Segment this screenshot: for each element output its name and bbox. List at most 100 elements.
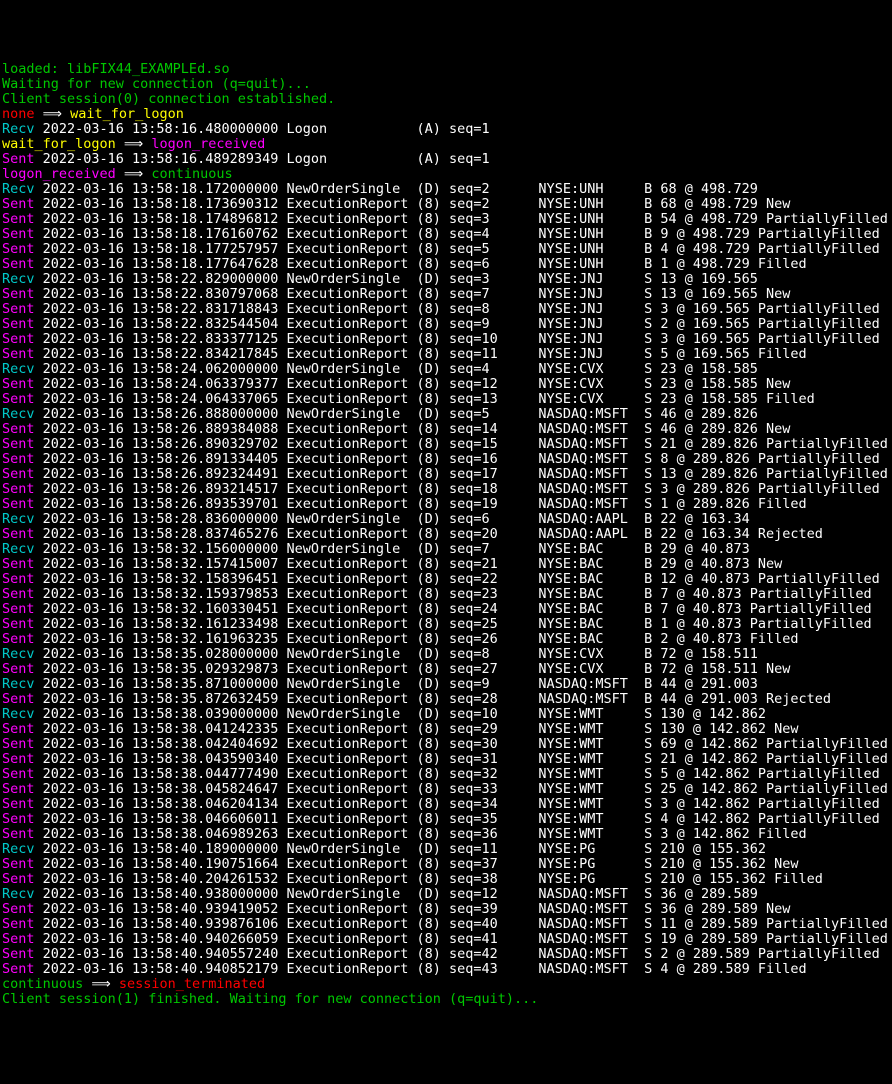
direction-sent: Sent: [2, 346, 35, 362]
log-row: Sent 2022-03-16 13:58:40.190751664 Execu…: [2, 856, 799, 872]
direction-sent: Sent: [2, 796, 35, 812]
direction-sent: Sent: [2, 481, 35, 497]
log-detail: 2022-03-16 13:58:38.042404692 ExecutionR…: [35, 736, 888, 752]
log-row: Sent 2022-03-16 13:58:26.893539701 Execu…: [2, 496, 807, 512]
log-row: Recv 2022-03-16 13:58:35.028000000 NewOr…: [2, 646, 758, 662]
log-detail: 2022-03-16 13:58:38.043590340 ExecutionR…: [35, 751, 888, 767]
log-row: Recv 2022-03-16 13:58:18.172000000 NewOr…: [2, 181, 758, 197]
direction-sent: Sent: [2, 451, 35, 467]
direction-sent: Sent: [2, 421, 35, 437]
log-detail: 2022-03-16 13:58:26.892324491 ExecutionR…: [35, 466, 888, 482]
log-detail: 2022-03-16 13:58:22.834217845 ExecutionR…: [35, 346, 807, 362]
log-row: Sent 2022-03-16 13:58:32.159379853 Execu…: [2, 586, 872, 602]
direction-sent: Sent: [2, 931, 35, 947]
log-row: Sent 2022-03-16 13:58:26.891334405 Execu…: [2, 451, 880, 467]
state-from: none: [2, 106, 35, 122]
log-rows: Recv 2022-03-16 13:58:18.172000000 NewOr…: [2, 182, 890, 977]
direction-sent: Sent: [2, 736, 35, 752]
direction-sent: Sent: [2, 601, 35, 617]
log-detail: 2022-03-16 13:58:26.889384088 ExecutionR…: [35, 421, 791, 437]
log-detail: 2022-03-16 13:58:26.890329702 ExecutionR…: [35, 436, 888, 452]
log-row: Sent 2022-03-16 13:58:18.176160762 Execu…: [2, 226, 880, 242]
log-detail: 2022-03-16 13:58:24.064337065 ExecutionR…: [35, 391, 815, 407]
log-detail: 2022-03-16 13:58:38.046606011 ExecutionR…: [35, 811, 880, 827]
state-to: logon_received: [151, 136, 265, 152]
direction-recv: Recv: [2, 676, 35, 692]
log-detail: 2022-03-16 13:58:35.872632459 ExecutionR…: [35, 691, 832, 707]
direction-recv: Recv: [2, 886, 35, 902]
direction-sent: Sent: [2, 856, 35, 872]
direction-sent: Sent: [2, 826, 35, 842]
log-row: Sent 2022-03-16 13:58:38.041242335 Execu…: [2, 721, 799, 737]
log-detail: 2022-03-16 13:58:38.044777490 ExecutionR…: [35, 766, 880, 782]
log-row: Recv 2022-03-16 13:58:24.062000000 NewOr…: [2, 361, 758, 377]
direction-recv: Recv: [2, 271, 35, 287]
direction-sent: Sent: [2, 901, 35, 917]
log-detail: 2022-03-16 13:58:18.172000000 NewOrderSi…: [35, 181, 758, 197]
state-transition: logon_received ⟹ continuous: [2, 166, 233, 182]
log-row: Sent 2022-03-16 13:58:32.161233498 Execu…: [2, 616, 872, 632]
direction-sent: Sent: [2, 286, 35, 302]
direction-sent: Sent: [2, 691, 35, 707]
direction-sent: Sent: [2, 466, 35, 482]
direction-sent: Sent: [2, 871, 35, 887]
log-row: Sent 2022-03-16 13:58:18.174896812 Execu…: [2, 211, 888, 227]
log-detail: 2022-03-16 13:58:40.939876106 ExecutionR…: [35, 916, 888, 932]
finished-line: Client session(1) finished. Waiting for …: [2, 991, 538, 1007]
direction-sent: Sent: [2, 961, 35, 977]
direction-sent: Sent: [2, 211, 35, 227]
direction-recv: Recv: [2, 406, 35, 422]
log-detail: 2022-03-16 13:58:22.831718843 ExecutionR…: [35, 301, 880, 317]
state-to: wait_for_logon: [70, 106, 184, 122]
log-row: Sent 2022-03-16 13:58:40.939419052 Execu…: [2, 901, 790, 917]
log-row: Sent 2022-03-16 13:58:38.044777490 Execu…: [2, 766, 880, 782]
direction-sent: Sent: [2, 811, 35, 827]
direction-recv: Recv: [2, 706, 35, 722]
direction-sent: Sent: [2, 331, 35, 347]
log-row: Sent 2022-03-16 13:58:16.489289349 Logon…: [2, 151, 490, 167]
direction-sent: Sent: [2, 316, 35, 332]
state-transition: wait_for_logon ⟹ logon_received: [2, 136, 265, 152]
log-detail: 2022-03-16 13:58:35.029329873 ExecutionR…: [35, 661, 791, 677]
log-detail: 2022-03-16 13:58:24.062000000 NewOrderSi…: [35, 361, 758, 377]
log-detail: 2022-03-16 13:58:35.028000000 NewOrderSi…: [35, 646, 758, 662]
direction-recv: Recv: [2, 361, 35, 377]
log-detail: 2022-03-16 13:58:38.041242335 ExecutionR…: [35, 721, 799, 737]
direction-sent: Sent: [2, 571, 35, 587]
log-row: Sent 2022-03-16 13:58:40.204261532 Execu…: [2, 871, 823, 887]
log-detail: 2022-03-16 13:58:32.159379853 ExecutionR…: [35, 586, 872, 602]
terminal-output: loaded: libFIX44_EXAMPLEd.so Waiting for…: [2, 62, 890, 1007]
direction-recv: Recv: [2, 511, 35, 527]
log-row: Recv 2022-03-16 13:58:22.829000000 NewOr…: [2, 271, 758, 287]
direction-sent: Sent: [2, 616, 35, 632]
direction-sent: Sent: [2, 556, 35, 572]
log-detail: 2022-03-16 13:58:26.888000000 NewOrderSi…: [35, 406, 758, 422]
direction-sent: Sent: [2, 376, 35, 392]
log-detail: 2022-03-16 13:58:38.045824647 ExecutionR…: [35, 781, 888, 797]
log-row: Sent 2022-03-16 13:58:24.063379377 Execu…: [2, 376, 790, 392]
log-detail: 2022-03-16 13:58:32.160330451 ExecutionR…: [35, 601, 872, 617]
log-row: Sent 2022-03-16 13:58:35.872632459 Execu…: [2, 691, 831, 707]
log-detail: 2022-03-16 13:58:32.158396451 ExecutionR…: [35, 571, 880, 587]
log-detail: 2022-03-16 13:58:26.893214517 ExecutionR…: [35, 481, 880, 497]
log-row: Sent 2022-03-16 13:58:18.177257957 Execu…: [2, 241, 880, 257]
log-detail: 2022-03-16 13:58:40.190751664 ExecutionR…: [35, 856, 799, 872]
state-from: logon_received: [2, 166, 116, 182]
state-from: continuous: [2, 976, 83, 992]
log-row: Sent 2022-03-16 13:58:40.939876106 Execu…: [2, 916, 888, 932]
state-from: wait_for_logon: [2, 136, 116, 152]
log-detail: 2022-03-16 13:58:18.174896812 ExecutionR…: [35, 211, 888, 227]
log-detail: 2022-03-16 13:58:38.046204134 ExecutionR…: [35, 796, 880, 812]
log-row: Sent 2022-03-16 13:58:26.893214517 Execu…: [2, 481, 880, 497]
log-row: Sent 2022-03-16 13:58:22.833377125 Execu…: [2, 331, 880, 347]
log-detail: 2022-03-16 13:58:40.938000000 NewOrderSi…: [35, 886, 758, 902]
direction-sent: Sent: [2, 256, 35, 272]
log-row: Sent 2022-03-16 13:58:26.892324491 Execu…: [2, 466, 888, 482]
log-row: Recv 2022-03-16 13:58:16.480000000 Logon…: [2, 121, 490, 137]
direction-recv: Recv: [2, 541, 35, 557]
log-detail: 2022-03-16 13:58:18.177257957 ExecutionR…: [35, 241, 880, 257]
log-detail: 2022-03-16 13:58:40.940852179 ExecutionR…: [35, 961, 807, 977]
log-row: Sent 2022-03-16 13:58:38.042404692 Execu…: [2, 736, 888, 752]
direction-recv: Recv: [2, 121, 35, 137]
direction-sent: Sent: [2, 436, 35, 452]
